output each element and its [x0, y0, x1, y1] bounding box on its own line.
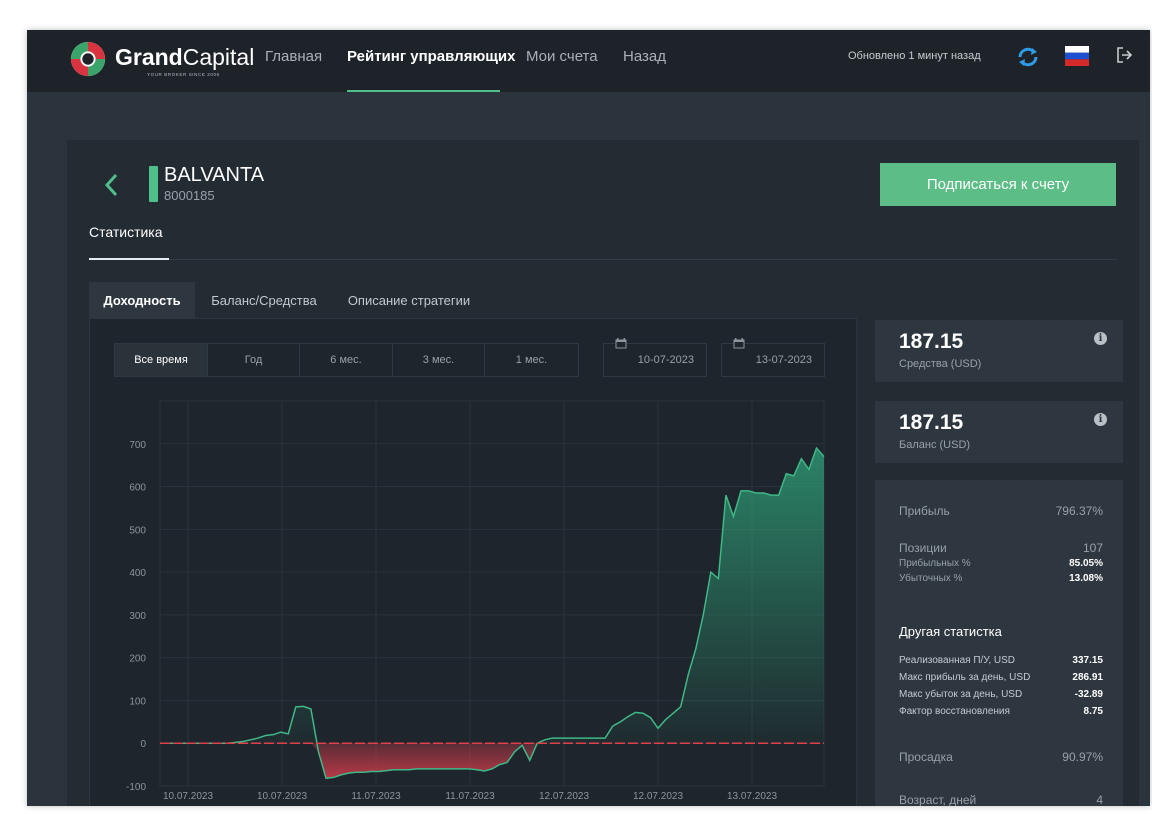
nav-item-my-accounts[interactable]: Мои счета	[526, 48, 598, 65]
russian-flag-icon[interactable]	[1065, 46, 1089, 66]
last-updated-text: Обновлено 1 минут назад	[848, 50, 981, 62]
stat-recovery-factor: Фактор восстановления 8.75	[899, 706, 1103, 717]
nav-item-back[interactable]: Назад	[623, 48, 666, 65]
statistics-card: Прибыль 796.37% Позиции 107 Прибыльных %…	[875, 480, 1123, 806]
chart-container: Все время Год 6 мес. 3 мес. 1 мес. 10-07…	[89, 318, 857, 806]
refresh-icon[interactable]	[1015, 44, 1041, 70]
y-tick-label: 300	[129, 611, 146, 622]
x-tick-label: 11.07.2023	[351, 791, 401, 802]
tab-statistics-underline	[89, 258, 169, 260]
subtab-strategy-description[interactable]: Описание стратегии	[339, 282, 479, 318]
y-tick-label: 100	[129, 696, 146, 707]
y-tick-label: 200	[129, 654, 146, 665]
y-tick-label: 500	[129, 525, 146, 536]
equity-card: 187.15 Средства (USD) i	[875, 320, 1123, 382]
app-window: GrandCapital YOUR BROKER SINCE 2006 Глав…	[27, 30, 1150, 806]
y-tick-label: 700	[129, 440, 146, 451]
balance-label: Баланс (USD)	[899, 439, 971, 451]
info-icon[interactable]: i	[1094, 413, 1107, 426]
equity-value: 187.15	[899, 330, 964, 353]
tabs-divider	[169, 259, 1117, 260]
subtab-profitability[interactable]: Доходность	[89, 282, 195, 318]
stat-max-daily-profit: Макс прибыль за день, USD 286.91	[899, 672, 1103, 683]
grandcapital-logo[interactable]: GrandCapital YOUR BROKER SINCE 2006	[69, 38, 259, 82]
stat-profit: Прибыль 796.37%	[899, 504, 1103, 518]
subtab-balance-equity[interactable]: Баланс/Средства	[201, 282, 327, 318]
logo-text: GrandCapital	[115, 44, 255, 70]
tab-statistics[interactable]: Статистика	[89, 224, 163, 240]
nav-item-managers-rating[interactable]: Рейтинг управляющих	[347, 48, 515, 65]
logo-mark-icon	[70, 41, 106, 77]
x-tick-label: 13.07.2023	[727, 791, 777, 802]
x-tick-label: 10.07.2023	[257, 791, 307, 802]
account-name: BALVANTA	[164, 164, 265, 186]
account-number: 8000185	[164, 188, 215, 203]
stat-max-daily-loss: Макс убыток за день, USD -32.89	[899, 689, 1103, 700]
x-tick-label: 10.07.2023	[163, 791, 213, 802]
x-tick-label: 11.07.2023	[445, 791, 495, 802]
account-panel: BALVANTA 8000185 Подписаться к счету Ста…	[67, 140, 1139, 806]
x-tick-label: 12.07.2023	[633, 791, 683, 802]
y-tick-label: 400	[129, 568, 146, 579]
stat-realized-pl: Реализованная П/У, USD 337.15	[899, 655, 1103, 666]
balance-card: 187.15 Баланс (USD) i	[875, 401, 1123, 463]
stat-age-days: Возраст, дней 4	[899, 793, 1103, 806]
back-arrow-icon[interactable]	[103, 172, 119, 198]
stat-positions: Позиции 107	[899, 541, 1103, 555]
nav-item-home[interactable]: Главная	[265, 48, 322, 65]
info-icon[interactable]: i	[1094, 332, 1107, 345]
y-tick-label: 0	[140, 739, 146, 750]
y-tick-label: -100	[126, 782, 146, 793]
account-color-marker	[149, 166, 158, 202]
other-stats-title: Другая статистка	[899, 624, 1002, 639]
y-tick-label: 600	[129, 483, 146, 494]
nav-active-underline	[347, 90, 500, 92]
top-navigation-bar: GrandCapital YOUR BROKER SINCE 2006 Глав…	[27, 30, 1150, 92]
profitability-chart: -100 0 100 200 300 400 500 600 700 10.07.2023 10.0…	[126, 400, 825, 802]
profit-area	[160, 448, 824, 744]
stat-losing-percent: Убыточных % 13.08%	[899, 573, 1103, 584]
subscribe-button[interactable]: Подписаться к счету	[880, 163, 1116, 206]
loss-area	[160, 743, 824, 779]
x-tick-label: 12.07.2023	[539, 791, 589, 802]
equity-label: Средства (USD)	[899, 358, 982, 370]
stat-profitable-percent: Прибыльных % 85.05%	[899, 558, 1103, 569]
stat-drawdown: Просадка 90.97%	[899, 750, 1103, 764]
logo-tagline: YOUR BROKER SINCE 2006	[147, 72, 220, 77]
balance-value: 187.15	[899, 411, 964, 434]
logout-icon[interactable]	[1114, 45, 1134, 65]
